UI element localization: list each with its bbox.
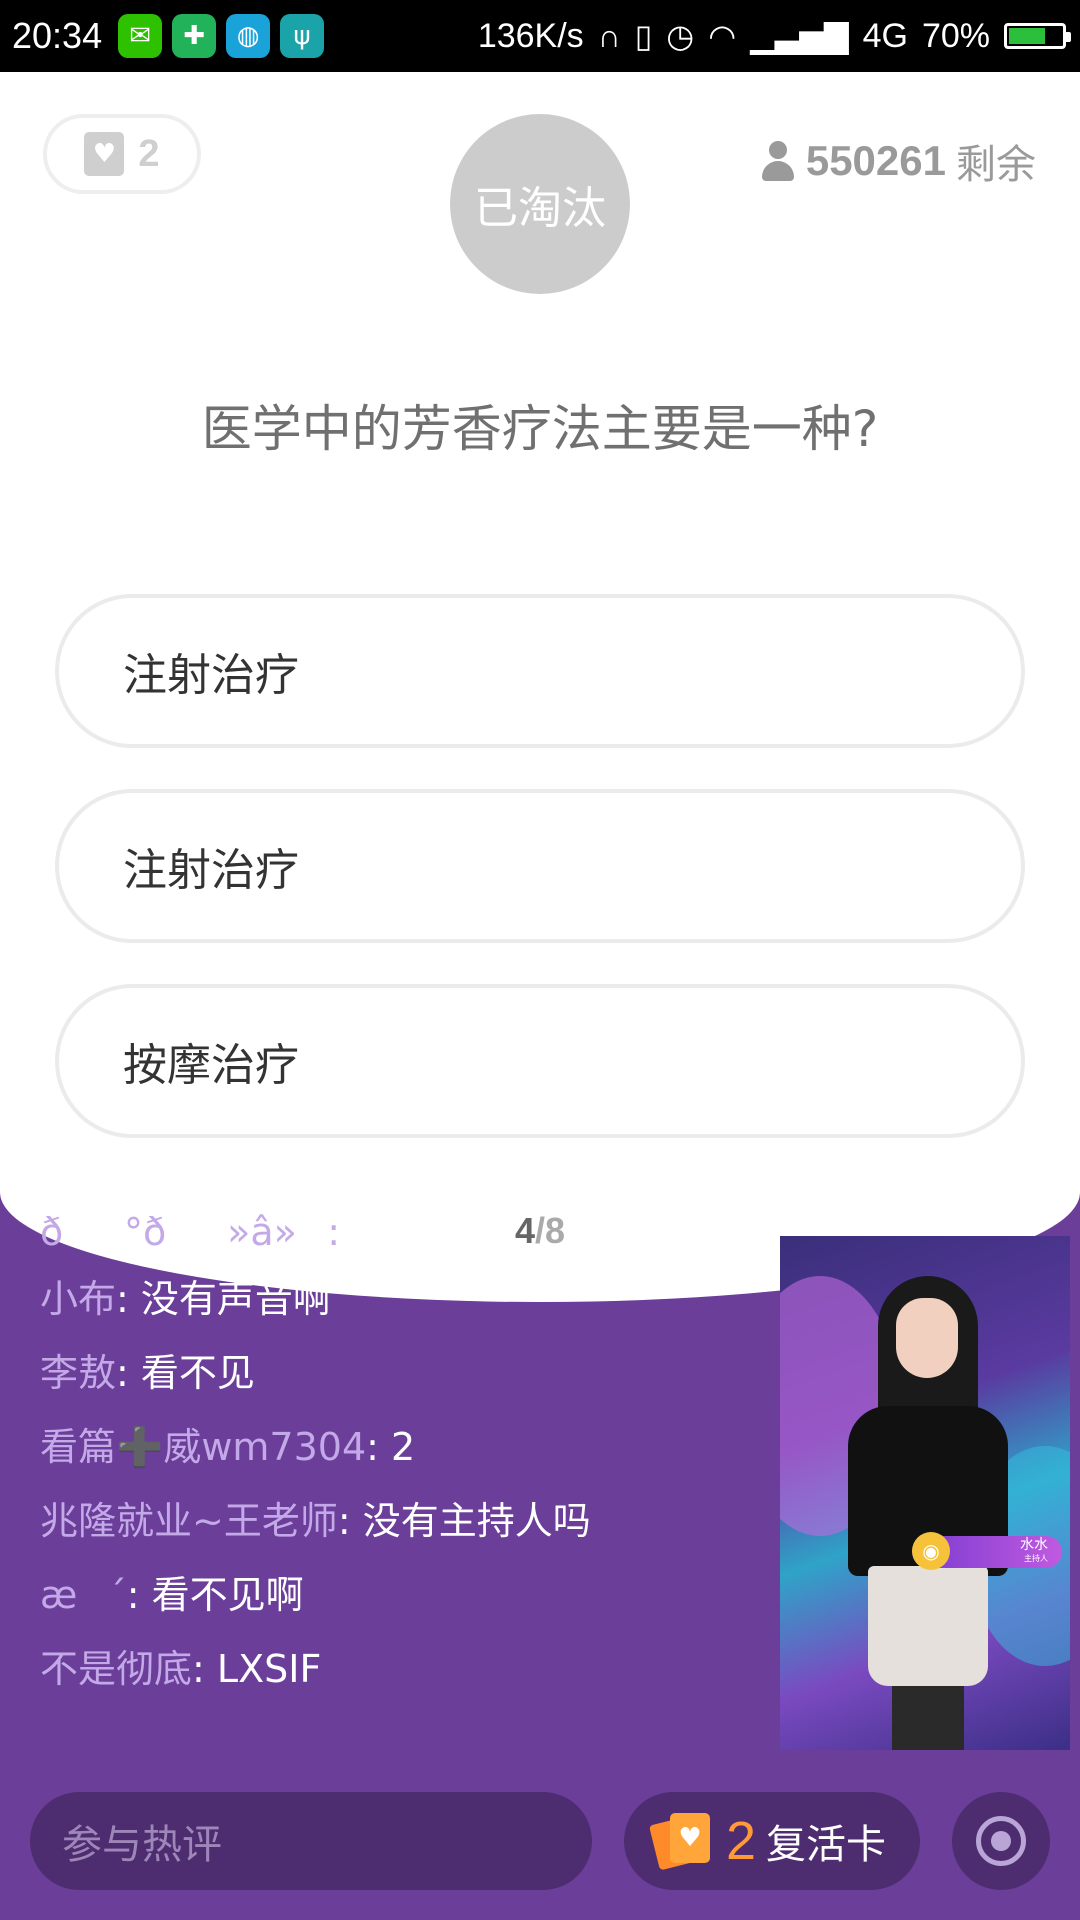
progress-total: 8	[545, 1210, 566, 1251]
network-type: 4G	[862, 16, 908, 55]
answer-option-1[interactable]: 注射治疗	[55, 594, 1025, 748]
basketball-app-icon: ◍	[226, 14, 271, 58]
person-icon	[760, 141, 796, 181]
vibrate-icon: ▯	[634, 18, 653, 54]
status-time: 20:34	[12, 15, 103, 56]
comment-item: 李敖: 看不见	[40, 1351, 255, 1395]
status-bar: 20:34 ✉ ✚ ◍ ψ 136K/s ∩ ▯ ◷ ◠ ▁▃▅▇ 4G 70%	[0, 0, 1080, 72]
comment-user: ð°ð»â»	[40, 1210, 328, 1254]
record-button[interactable]	[952, 1792, 1050, 1890]
comment-user: æ´	[40, 1573, 127, 1617]
comment-text: LXSIF	[216, 1647, 322, 1691]
wifi-icon: ◠	[708, 18, 737, 54]
host-badge-icon: ◉	[912, 1532, 950, 1570]
remaining-players: 550261 剩余	[760, 132, 1036, 190]
revive-card-button[interactable]: ♥ 2 复活卡	[624, 1792, 920, 1890]
lives-badge[interactable]: ♥ 2	[43, 114, 201, 194]
question-card: ♥ 2 已淘汰 550261 剩余 医学中的芳香疗法主要是一种? 注射治疗 注射…	[0, 72, 1080, 1302]
comment-item: 不是彻底: LXSIF	[40, 1647, 322, 1691]
comment-text: 看不见啊	[151, 1573, 304, 1617]
comment-user: 小布	[40, 1277, 117, 1321]
question-text: 医学中的芳香疗法主要是一种?	[201, 400, 879, 458]
plus-app-icon: ✚	[172, 14, 217, 58]
comment-user: 兆隆就业~王老师	[40, 1499, 338, 1543]
wechat-icon: ✉	[118, 14, 163, 58]
comment-text: 没有声音啊	[140, 1277, 331, 1321]
battery-percent: 70%	[921, 16, 990, 55]
signal-icon: ▁▃▅▇	[750, 18, 849, 54]
comment-text: 看不见	[140, 1351, 255, 1395]
usb-icon: ψ	[280, 14, 325, 58]
host-name: 水水	[1020, 1537, 1048, 1553]
revive-count: 2	[726, 1811, 757, 1871]
notification-icons: ✉ ✚ ◍ ψ	[118, 14, 325, 58]
progress-current: 4	[514, 1210, 535, 1251]
remaining-label: 剩余	[956, 142, 1036, 188]
comment-user: 李敖	[40, 1351, 117, 1395]
battery-level	[1009, 28, 1045, 44]
lives-count: 2	[138, 132, 160, 175]
comment-text: 主持人	[352, 1210, 467, 1254]
status-right: 136K/s ∩ ▯ ◷ ◠ ▁▃▅▇ 4G 70%	[477, 16, 1071, 56]
answer-option-2[interactable]: 注射治疗	[55, 789, 1025, 943]
revive-label: 复活卡	[766, 1822, 887, 1868]
comment-item: æ´: 看不见啊	[40, 1573, 304, 1617]
comment-feed: ð°ð»â»: 主持人 小布: 没有声音啊 李敖: 看不见 看篇➕威w…	[40, 1210, 760, 1706]
alarm-icon: ◷	[666, 18, 695, 54]
comment-user: 看篇➕威wm7304	[40, 1425, 367, 1469]
headphones-icon: ∩	[597, 17, 621, 54]
remaining-count: 550261	[805, 137, 946, 184]
comment-item: 小布: 没有声音啊	[40, 1277, 331, 1321]
progress-separator: /	[534, 1210, 545, 1251]
host-role: 主持人	[1024, 1554, 1048, 1563]
host-video[interactable]: 水水 主持人 ◉	[780, 1236, 1070, 1750]
host-figure	[838, 1276, 1018, 1750]
network-speed: 136K/s	[477, 16, 584, 55]
heart-icon: ♥	[84, 132, 125, 176]
comment-item: 看篇➕威wm7304: 2	[40, 1425, 416, 1469]
comment-user: 不是彻底	[40, 1647, 193, 1691]
battery-icon	[1004, 23, 1071, 49]
comment-item: 兆隆就业~王老师: 没有主持人吗	[40, 1499, 591, 1543]
record-icon	[976, 1816, 1026, 1866]
comment-input[interactable]: 参与热评	[30, 1792, 592, 1890]
answer-option-3[interactable]: 按摩治疗	[55, 984, 1025, 1138]
comment-text: 没有主持人吗	[362, 1499, 591, 1543]
comment-item: ð°ð»â»: 主持人	[40, 1210, 467, 1254]
comment-text: 2	[391, 1425, 416, 1469]
eliminated-indicator: 已淘汰	[450, 114, 630, 294]
revive-card-icon: ♥	[648, 1813, 716, 1871]
